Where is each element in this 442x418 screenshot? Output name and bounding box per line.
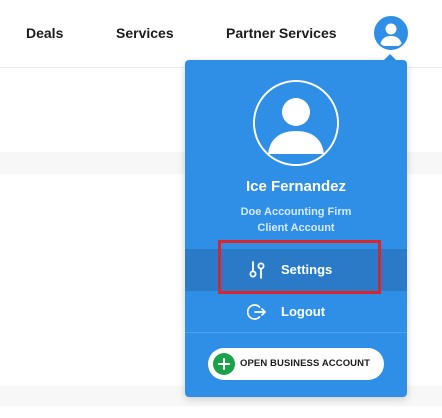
account-type: Client Account — [257, 222, 335, 234]
top-navigation-bar: Deals Services Partner Services — [0, 0, 442, 68]
settings-menu-item[interactable]: Settings — [185, 249, 407, 291]
open-business-account-label: OPEN BUSINESS ACCOUNT — [240, 358, 371, 369]
nav-link-deals[interactable]: Deals — [26, 25, 63, 41]
user-profile-icon — [255, 82, 337, 164]
user-avatar-button[interactable] — [374, 16, 408, 50]
logout-arrow-icon — [247, 304, 266, 320]
open-business-account-button[interactable]: OPEN BUSINESS ACCOUNT — [208, 348, 384, 380]
nav-link-partner-services[interactable]: Partner Services — [226, 25, 337, 41]
user-avatar-icon — [376, 18, 406, 48]
nav-link-services[interactable]: Services — [116, 25, 174, 41]
menu-divider — [185, 332, 407, 333]
logout-label: Logout — [281, 304, 326, 319]
settings-sliders-icon — [249, 261, 265, 279]
plus-circle-icon — [213, 353, 235, 375]
profile-avatar — [253, 80, 339, 166]
user-name: Ice Fernandez — [245, 178, 347, 195]
user-account-dropdown: Ice Fernandez Doe Accounting Firm Client… — [185, 60, 407, 397]
settings-label: Settings — [281, 262, 333, 277]
company-name: Doe Accounting Firm — [240, 206, 352, 218]
logout-menu-item[interactable]: Logout — [185, 291, 407, 333]
